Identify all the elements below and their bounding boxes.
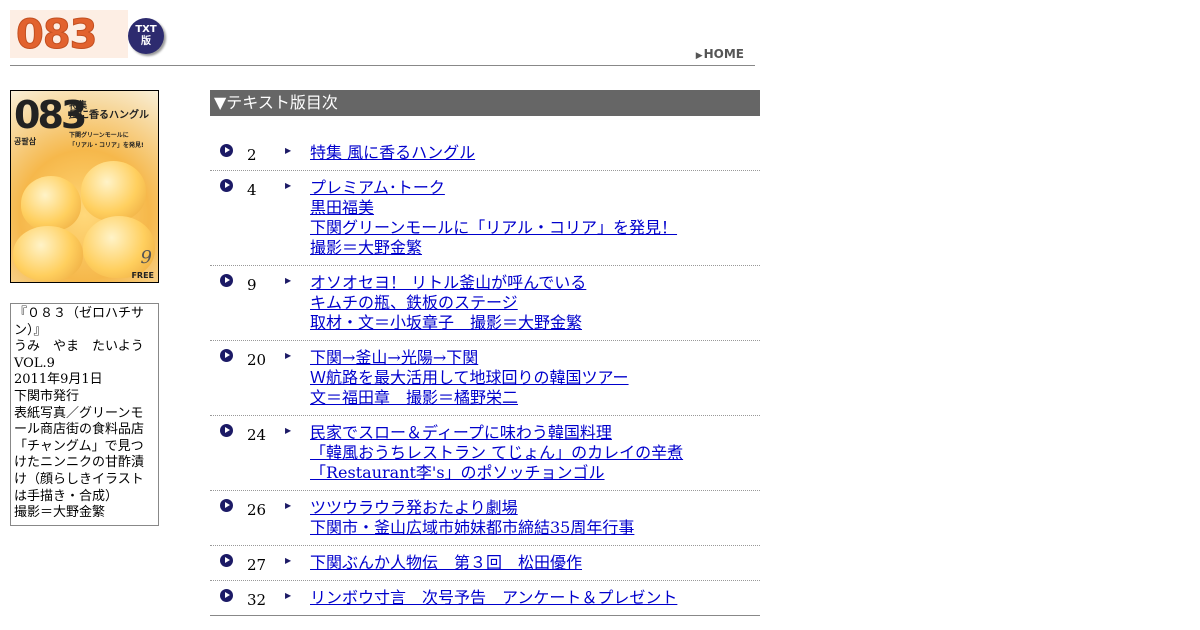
toc-link[interactable]: 下関ぶんか人物伝 第３回 松田優作 — [310, 553, 760, 573]
toc-row: 26 ▶ ツツウラウラ発おたより劇場 下関市・釜山広域市姉妹都市締結35周年行事 — [210, 491, 760, 546]
dumpling-shape — [13, 226, 83, 281]
info-line: うみ やま たいよう — [14, 339, 144, 355]
toc-row: 24 ▶ 民家でスロー＆ディープに味わう韓国料理 「韓風おうちレストラン てじょん」の… — [210, 416, 760, 491]
cover-feature: 特集 風に香るハングル 下関グリーンモールに 「リアル・コリア」を発見! — [69, 101, 149, 151]
toc-link[interactable]: 民家でスロー＆ディープに味わう韓国料理 — [310, 423, 760, 443]
toc-row: 9 ▶ オソオセヨ！ リトル釜山が呼んでいる キムチの瓶、鉄板のステージ 取材・文＝小坂… — [210, 266, 760, 341]
badge-line1: TXT — [135, 24, 157, 35]
magazine-cover-image: 083 特集 風に香るハングル 下関グリーンモールに 「リアル・コリア」を発見!… — [10, 90, 159, 283]
cover-free: FREE — [131, 271, 154, 280]
logo-text: 083 — [16, 12, 98, 59]
toc-links: 民家でスロー＆ディープに味わう韓国料理 「韓風おうちレストラン てじょん」のカレイ… — [310, 423, 760, 483]
toc-page-number: 20 — [247, 351, 267, 369]
toc-row: 27 ▶ 下関ぶんか人物伝 第３回 松田優作 — [210, 546, 760, 581]
info-line: 2011年9月1日 — [14, 372, 103, 388]
toc-link[interactable]: ツツウラウラ発おたより劇場 — [310, 498, 760, 518]
arrow-bullet-icon: ▶ — [285, 351, 292, 360]
toc-link[interactable]: オソオセヨ！ リトル釜山が呼んでいる — [310, 273, 760, 293]
cover-feature-title: 風に香るハングル — [69, 110, 149, 121]
play-circle-icon[interactable] — [220, 274, 233, 287]
toc-link[interactable]: キムチの瓶、鉄板のステージ — [310, 293, 760, 313]
toc-row: 4 ▶ プレミアム･トーク 黒田福美 下関グリーンモールに「リアル・コリア」を発見！ 撮影… — [210, 171, 760, 266]
toc-link[interactable]: 文＝福田章 撮影＝橘野栄二 — [310, 388, 760, 408]
toc-page-number: 24 — [247, 426, 267, 444]
play-circle-icon[interactable] — [220, 179, 233, 192]
toc-row: 20 ▶ 下関→釜山→光陽→下関 Ｗ航路を最大活用して地球回りの韓国ツアー 文＝福田章 … — [210, 341, 760, 416]
play-circle-icon[interactable] — [220, 554, 233, 567]
text-version-badge: TXT 版 — [128, 18, 164, 54]
toc-link[interactable]: 黒田福美 — [310, 198, 760, 218]
home-link[interactable]: ▶HOME — [696, 47, 744, 61]
toc-page-number: 4 — [247, 181, 257, 199]
play-circle-icon[interactable] — [220, 144, 233, 157]
info-line: 下関市発行 — [14, 388, 80, 404]
play-circle-icon[interactable] — [220, 424, 233, 437]
table-of-contents: ▼テキスト版目次 2 ▶ 特集 風に香るハングル 4 ▶ プレミアム･トーク 黒田福美 下関グ… — [210, 90, 760, 616]
issue-info-box: 『０８３（ゼロハチサン）』 うみ やま たいよう VOL.9 2011年9月1日… — [10, 303, 159, 526]
toc-page-number: 26 — [247, 501, 267, 519]
toc-page-number: 27 — [247, 556, 267, 574]
toc-header: ▼テキスト版目次 — [210, 90, 760, 116]
site-logo[interactable]: 083 — [10, 10, 128, 59]
toc-link[interactable]: 下関市・釜山広域市姉妹都市締結35周年行事 — [310, 518, 760, 538]
toc-links: 下関→釜山→光陽→下関 Ｗ航路を最大活用して地球回りの韓国ツアー 文＝福田章 撮影＝… — [310, 348, 760, 408]
toc-links: 下関ぶんか人物伝 第３回 松田優作 — [310, 553, 760, 573]
cover-feature-sub: 下関グリーンモールに — [69, 132, 129, 139]
toc-page-number: 9 — [247, 276, 257, 294]
play-circle-icon[interactable] — [220, 589, 233, 602]
toc-row: 2 ▶ 特集 風に香るハングル — [210, 136, 760, 171]
toc-links: オソオセヨ！ リトル釜山が呼んでいる キムチの瓶、鉄板のステージ 取材・文＝小坂章子… — [310, 273, 760, 333]
info-line: 撮影＝大野金繁 — [14, 505, 106, 521]
toc-link[interactable]: 特集 風に香るハングル — [310, 143, 760, 163]
arrow-bullet-icon: ▶ — [285, 556, 292, 565]
home-label: HOME — [703, 47, 744, 61]
cover-korean-tag: 공팔삼 — [14, 137, 37, 146]
toc-link[interactable]: リンボウ寸言 次号予告 アンケート＆プレゼント — [310, 588, 760, 608]
toc-links: プレミアム･トーク 黒田福美 下関グリーンモールに「リアル・コリア」を発見！ 撮影＝大… — [310, 178, 760, 258]
toc-link[interactable]: プレミアム･トーク — [310, 178, 760, 198]
dumpling-shape — [81, 161, 146, 221]
cover-feature-sub2: 「リアル・コリア」を発見! — [69, 142, 144, 149]
dumpling-shape — [21, 176, 81, 231]
home-arrow-icon: ▶ — [695, 51, 703, 61]
toc-links: ツツウラウラ発おたより劇場 下関市・釜山広域市姉妹都市締結35周年行事 — [310, 498, 760, 538]
toc-page-number: 32 — [247, 591, 267, 609]
info-line: 表紙写真／グリーンモール商店街の食料品店「チャングム」で見つけたニンニクの甘酢漬… — [14, 405, 145, 504]
toc-link[interactable]: 取材・文＝小坂章子 撮影＝大野金繁 — [310, 313, 760, 333]
toc-page-number: 2 — [247, 146, 257, 164]
arrow-bullet-icon: ▶ — [285, 426, 292, 435]
info-line: 『０８３（ゼロハチサン）』 — [14, 306, 145, 338]
arrow-bullet-icon: ▶ — [285, 146, 292, 155]
toc-link[interactable]: 下関グリーンモールに「リアル・コリア」を発見！ — [310, 218, 760, 238]
toc-link[interactable]: 撮影＝大野金繁 — [310, 238, 760, 258]
arrow-bullet-icon: ▶ — [285, 276, 292, 285]
play-circle-icon[interactable] — [220, 349, 233, 362]
arrow-bullet-icon: ▶ — [285, 181, 292, 190]
toc-list: 2 ▶ 特集 風に香るハングル 4 ▶ プレミアム･トーク 黒田福美 下関グリーンモールに「リ… — [210, 136, 760, 616]
arrow-bullet-icon: ▶ — [285, 501, 292, 510]
badge-line2: 版 — [141, 36, 151, 47]
toc-link[interactable]: 「韓風おうちレストラン てじょん」のカレイの辛煮 — [310, 443, 760, 463]
info-line: VOL.9 — [14, 355, 55, 371]
cover-vol: 9 — [140, 247, 152, 268]
toc-link[interactable]: 下関→釜山→光陽→下関 — [310, 348, 760, 368]
arrow-bullet-icon: ▶ — [285, 591, 292, 600]
play-circle-icon[interactable] — [220, 499, 233, 512]
toc-links: 特集 風に香るハングル — [310, 143, 760, 163]
toc-links: リンボウ寸言 次号予告 アンケート＆プレゼント — [310, 588, 760, 608]
toc-link[interactable]: 「Restaurant李's」のポソッチョンゴル — [310, 463, 760, 483]
toc-link[interactable]: Ｗ航路を最大活用して地球回りの韓国ツアー — [310, 368, 760, 388]
site-header: 083 TXT 版 ▶HOME — [10, 10, 755, 66]
toc-row: 32 ▶ リンボウ寸言 次号予告 アンケート＆プレゼント — [210, 581, 760, 615]
